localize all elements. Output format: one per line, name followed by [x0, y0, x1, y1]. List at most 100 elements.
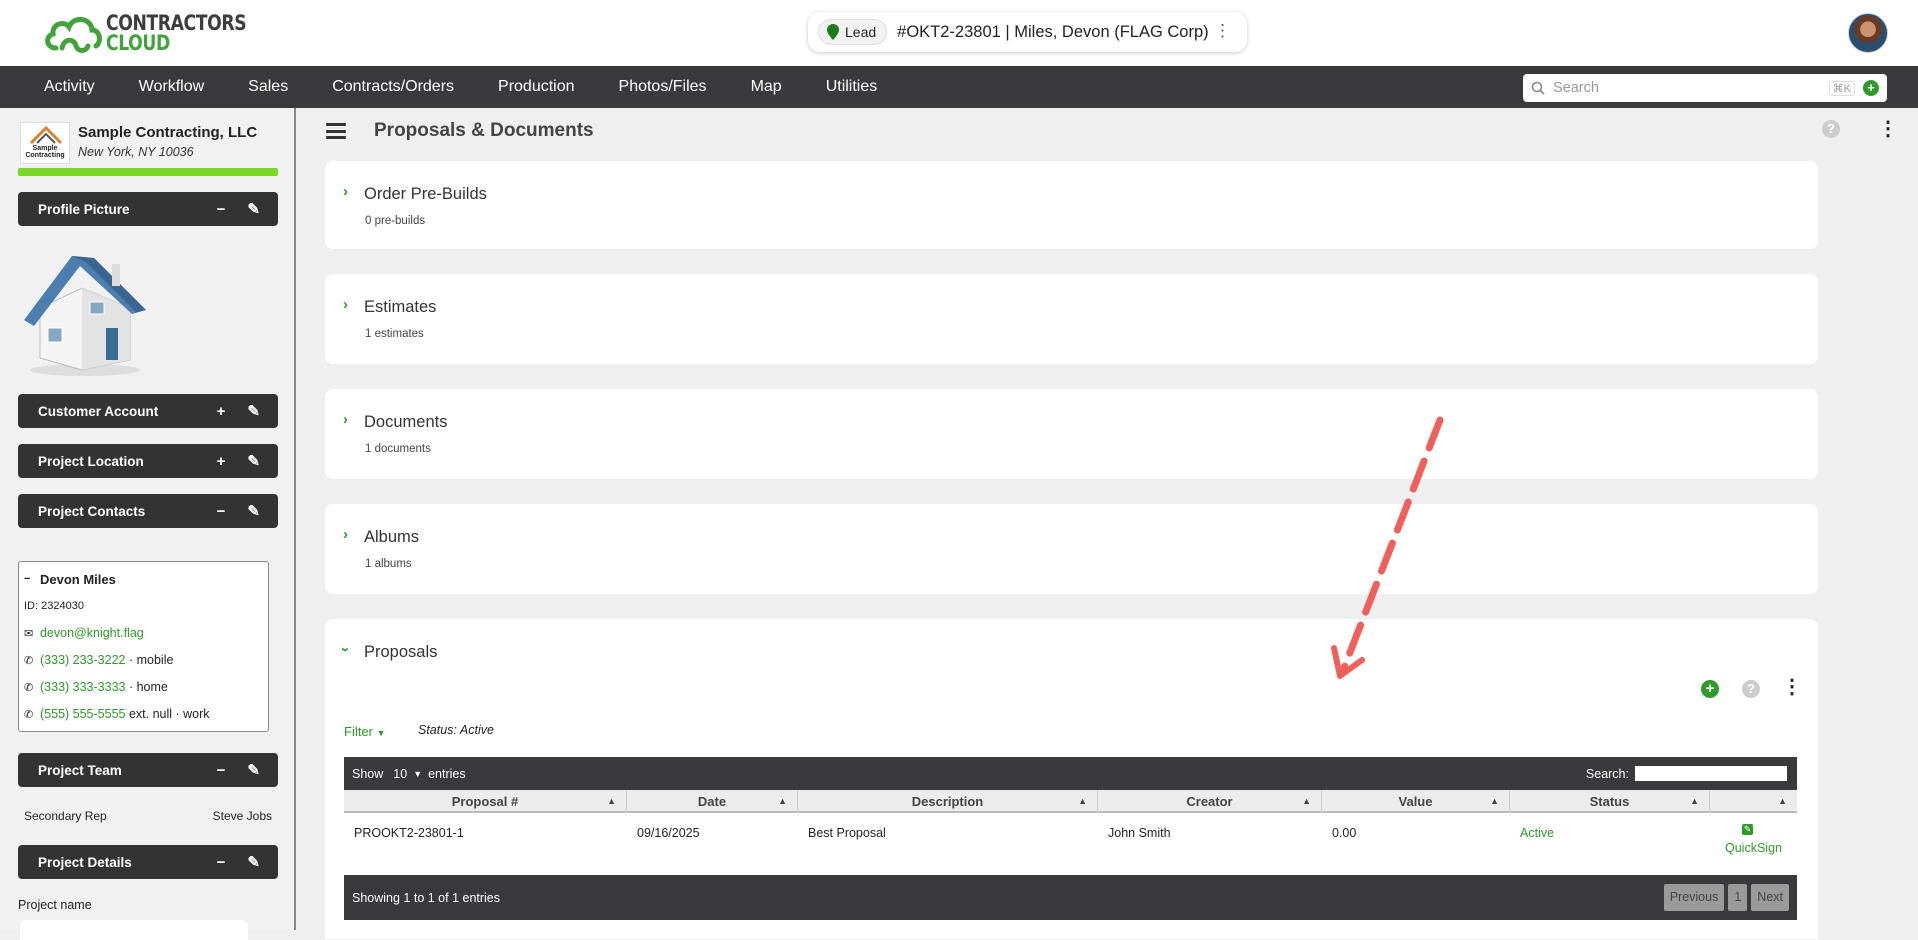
column-status: Status [1589, 794, 1630, 809]
pagination: Previous 1 Next [1663, 884, 1789, 911]
global-search[interactable]: Search ⌘K + [1523, 74, 1887, 102]
section-albums[interactable]: › Albums 1 albums [325, 504, 1818, 594]
add-icon[interactable]: + [217, 403, 226, 420]
collapse-icon[interactable]: − [217, 503, 226, 520]
sort-icon: ▲ [1778, 796, 1787, 806]
search-icon [1531, 81, 1545, 95]
nav-production[interactable]: Production [476, 66, 597, 108]
contact-phone-mobile[interactable]: (333) 233-3222 [40, 653, 125, 667]
nav-photos-files[interactable]: Photos/Files [597, 66, 729, 108]
section-count: 1 albums [365, 558, 412, 570]
add-icon[interactable]: + [1863, 80, 1879, 96]
page-length-select[interactable]: 10 ▼ [393, 767, 422, 781]
cell-status: Active [1520, 826, 1555, 840]
lead-badge[interactable]: Lead [818, 19, 888, 45]
section-count: 1 estimates [365, 328, 424, 340]
top-bar: CONTRACTORS CLOUD Lead #OKT2-23801 | Mil… [0, 0, 1918, 66]
edit-pencil-icon[interactable]: ✎ [247, 452, 260, 470]
table-search-input[interactable] [1635, 766, 1787, 781]
section-title[interactable]: Albums [364, 528, 419, 547]
nav-utilities[interactable]: Utilities [804, 66, 900, 108]
section-estimates[interactable]: › Estimates 1 estimates [325, 274, 1818, 364]
chevron-right-icon[interactable]: › [343, 526, 348, 543]
company-logo: Sample Contracting [20, 122, 70, 164]
section-order-prebuilds[interactable]: › Order Pre-Builds 0 pre-builds [325, 161, 1818, 249]
chevron-right-icon[interactable]: › [343, 296, 348, 313]
edit-pencil-icon[interactable]: ✎ [247, 761, 260, 779]
column-header[interactable]: Status ▲ [1510, 790, 1710, 813]
section-title[interactable]: Proposals [364, 643, 437, 662]
entries-label: entries [428, 766, 466, 781]
cell-actions: ✎ QuickSign [1710, 814, 1797, 876]
page-button[interactable]: 1 [1728, 884, 1748, 911]
chevron-down-icon[interactable]: › [337, 647, 354, 652]
column-date: Date [697, 794, 727, 809]
edit-pencil-icon[interactable]: ✎ [247, 502, 260, 520]
add-icon[interactable]: + [217, 453, 226, 470]
lead-pill[interactable]: Lead #OKT2-23801 | Miles, Devon (FLAG Co… [808, 12, 1247, 52]
section-documents[interactable]: › Documents 1 documents [325, 389, 1818, 479]
column-header[interactable]: Date ▲ [627, 790, 798, 813]
project-contacts-bar[interactable]: Project Contacts − ✎ [18, 494, 278, 528]
nav-sales[interactable]: Sales [226, 66, 310, 108]
edit-pencil-icon[interactable]: ✎ [247, 402, 260, 420]
user-avatar[interactable] [1848, 13, 1888, 53]
column-value: Value [1398, 794, 1433, 809]
collapse-icon[interactable]: − [217, 762, 226, 779]
project-team-bar[interactable]: Project Team − ✎ [18, 753, 278, 787]
company-logo-text: Sample Contracting [25, 145, 65, 159]
project-location-bar[interactable]: Project Location + ✎ [18, 444, 278, 478]
edit-pencil-icon[interactable]: ✎ [247, 853, 260, 871]
contact-email[interactable]: devon@knight.flag [40, 626, 144, 640]
nav-map[interactable]: Map [729, 66, 804, 108]
column-header[interactable]: Creator ▲ [1098, 790, 1322, 813]
filter-dropdown[interactable]: Filter ▼ [344, 724, 385, 739]
edit-icon[interactable]: ✎ [1742, 824, 1753, 835]
help-icon[interactable]: ? [1742, 680, 1760, 698]
contact-phone-work[interactable]: (555) 555-5555 [40, 707, 125, 721]
profile-picture-label: Profile Picture [38, 201, 130, 217]
profile-picture-bar[interactable]: Profile Picture − ✎ [18, 192, 278, 226]
quicksign-link[interactable]: QuickSign [1710, 841, 1797, 855]
project-name-input[interactable] [20, 920, 248, 940]
column-header[interactable]: Description ▲ [798, 790, 1098, 813]
collapse-icon[interactable]: − [217, 201, 226, 218]
column-header[interactable]: ▲ [1710, 790, 1797, 813]
section-title[interactable]: Estimates [364, 298, 436, 317]
app-logo[interactable]: CONTRACTORS CLOUD [42, 12, 277, 54]
project-name-label: Project name [18, 898, 92, 912]
help-icon[interactable]: ? [1822, 120, 1840, 138]
nav-contracts-orders[interactable]: Contracts/Orders [310, 66, 476, 108]
table-row[interactable]: PROOKT2-23801-1 09/16/2025 Best Proposal… [344, 814, 1797, 876]
section-title[interactable]: Order Pre-Builds [364, 185, 487, 204]
sort-icon: ▲ [1690, 796, 1699, 806]
column-header[interactable]: Proposal # ▲ [344, 790, 627, 813]
contact-name: Devon Miles [40, 571, 116, 587]
chevron-right-icon[interactable]: › [343, 183, 348, 200]
nav-workflow[interactable]: Workflow [117, 66, 227, 108]
more-vertical-icon[interactable]: ⋮ [1878, 116, 1898, 141]
customer-account-bar[interactable]: Customer Account + ✎ [18, 394, 278, 428]
company-name: Sample Contracting, LLC [78, 124, 258, 141]
column-header[interactable]: Value ▲ [1322, 790, 1510, 813]
project-contacts-label: Project Contacts [38, 503, 146, 519]
nav-activity[interactable]: Activity [22, 66, 117, 108]
add-proposal-icon[interactable]: + [1701, 680, 1719, 698]
section-title[interactable]: Documents [364, 413, 447, 432]
collapse-icon[interactable]: − [217, 854, 226, 871]
project-details-bar[interactable]: Project Details − ✎ [18, 845, 278, 879]
collapse-icon[interactable]: − [24, 573, 40, 585]
previous-button[interactable]: Previous [1663, 884, 1725, 911]
contact-phone-home[interactable]: (333) 333-3333 [40, 680, 125, 694]
filter-label: Filter [344, 724, 373, 739]
hamburger-menu-icon[interactable] [326, 123, 346, 139]
phone-icon: ✆ [24, 654, 34, 667]
chevron-right-icon[interactable]: › [343, 411, 348, 428]
more-vertical-icon[interactable]: ⋮ [1214, 21, 1231, 41]
more-vertical-icon[interactable]: ⋮ [1782, 674, 1802, 699]
progress-bar [18, 168, 278, 176]
next-button[interactable]: Next [1751, 884, 1789, 911]
map-pin-icon [827, 24, 839, 40]
search-placeholder: Search [1553, 80, 1599, 96]
edit-pencil-icon[interactable]: ✎ [247, 200, 260, 218]
